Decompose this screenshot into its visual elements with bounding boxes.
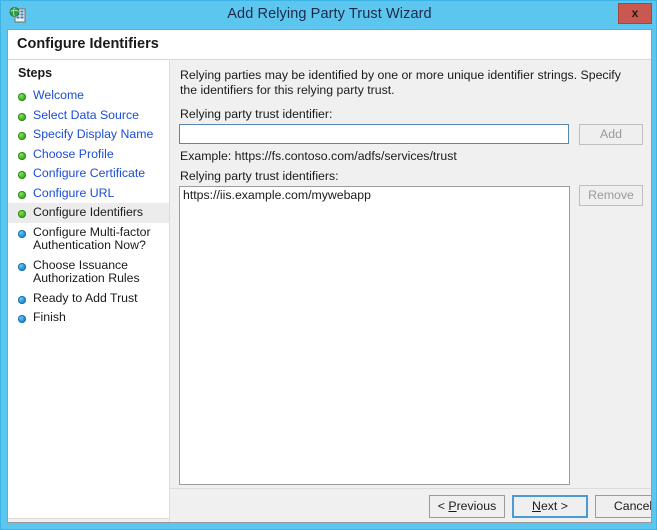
sidebar-step-2[interactable]: Specify Display Name: [8, 125, 169, 145]
sidebar-step-4[interactable]: Configure Certificate: [8, 164, 169, 184]
list-item[interactable]: https://iis.example.com/mywebapp: [180, 187, 569, 203]
next-label-post: ext >: [540, 499, 568, 513]
sidebar-step-label: Configure Certificate: [33, 166, 146, 180]
step-status-complete-icon: [18, 210, 26, 218]
cancel-button[interactable]: Cancel: [595, 495, 651, 518]
sidebar-step-label: Choose Issuance Authorization Rules: [33, 257, 140, 285]
sidebar-step-label: Ready to Add Trust: [33, 290, 138, 305]
next-button[interactable]: Next >: [512, 495, 588, 518]
identifiers-label: Relying party trust identifiers:: [180, 169, 339, 183]
step-status-complete-icon: [18, 190, 26, 199]
sidebar-step-label: Configure URL: [33, 185, 115, 200]
sidebar-footer-strip: [8, 518, 169, 522]
sidebar-step-label: Select Data Source: [33, 107, 139, 122]
sidebar-step-label: Choose Profile: [33, 146, 114, 161]
identifier-label: Relying party trust identifier:: [180, 107, 333, 121]
steps-heading: Steps: [18, 66, 53, 80]
sidebar-step-7: Configure Multi-factor Authentication No…: [8, 223, 169, 256]
sidebar-step-label: Finish: [33, 310, 66, 324]
step-status-complete-icon: [18, 93, 26, 101]
main-pane: Relying parties may be identified by one…: [170, 60, 651, 522]
step-status-complete-icon: [18, 171, 26, 179]
step-status-pending-icon: [18, 262, 26, 271]
add-button[interactable]: Add: [579, 124, 643, 145]
step-status-complete-icon: [18, 132, 26, 140]
steps-sidebar: Steps Welcome Select Data Source Specify D…: [8, 60, 170, 522]
sidebar-step-9: Ready to Add Trust: [8, 289, 169, 309]
remove-button[interactable]: Remove: [579, 185, 643, 206]
sidebar-step-3[interactable]: Choose Profile: [8, 145, 169, 165]
sidebar-step-label: Specify Display Name: [33, 127, 154, 141]
sidebar-step-5[interactable]: Configure URL: [8, 184, 169, 204]
identifiers-listbox[interactable]: https://iis.example.com/mywebapp: [179, 186, 570, 485]
window-title: Add Relying Party Trust Wizard: [227, 6, 432, 22]
header-band: Configure Identifiers: [8, 30, 651, 60]
relying-party-identifier-input[interactable]: [179, 124, 569, 144]
sidebar-step-label: Configure Multi-factor Authentication No…: [33, 224, 151, 252]
step-status-complete-icon: [18, 151, 26, 160]
example-text: Example: https://fs.contoso.com/adfs/ser…: [180, 149, 457, 163]
previous-button[interactable]: < Previous: [429, 495, 505, 518]
sidebar-step-label: Welcome: [33, 88, 85, 102]
step-status-complete-icon: [18, 112, 26, 121]
sidebar-step-6: Configure Identifiers: [8, 203, 169, 223]
sidebar-step-label: Configure Identifiers: [33, 205, 144, 219]
sidebar-step-8: Choose Issuance Authorization Rules: [8, 256, 169, 289]
step-status-pending-icon: [18, 229, 26, 238]
client-area: Configure Identifiers Steps Welcome Selec…: [7, 29, 652, 523]
step-status-pending-icon: [18, 295, 26, 304]
sidebar-step-0[interactable]: Welcome: [8, 86, 169, 106]
step-status-pending-icon: [18, 315, 26, 323]
sidebar-step-10: Finish: [8, 308, 169, 328]
wizard-button-bar: < Previous Next > Cancel: [170, 488, 651, 522]
previous-label-pre: <: [437, 499, 449, 513]
page-title: Configure Identifiers: [17, 36, 159, 52]
intro-text: Relying parties may be identified by one…: [180, 68, 621, 97]
steps-list: Welcome Select Data Source Specify Display…: [8, 86, 169, 328]
previous-accel: P: [448, 499, 457, 513]
previous-label-post: revious: [456, 499, 497, 513]
wizard-window: Add Relying Party Trust Wizard x Configu…: [0, 0, 657, 530]
title-bar: Add Relying Party Trust Wizard x: [1, 1, 656, 29]
next-accel: N: [532, 499, 541, 513]
close-icon[interactable]: x: [618, 3, 652, 24]
sidebar-step-1[interactable]: Select Data Source: [8, 106, 169, 126]
